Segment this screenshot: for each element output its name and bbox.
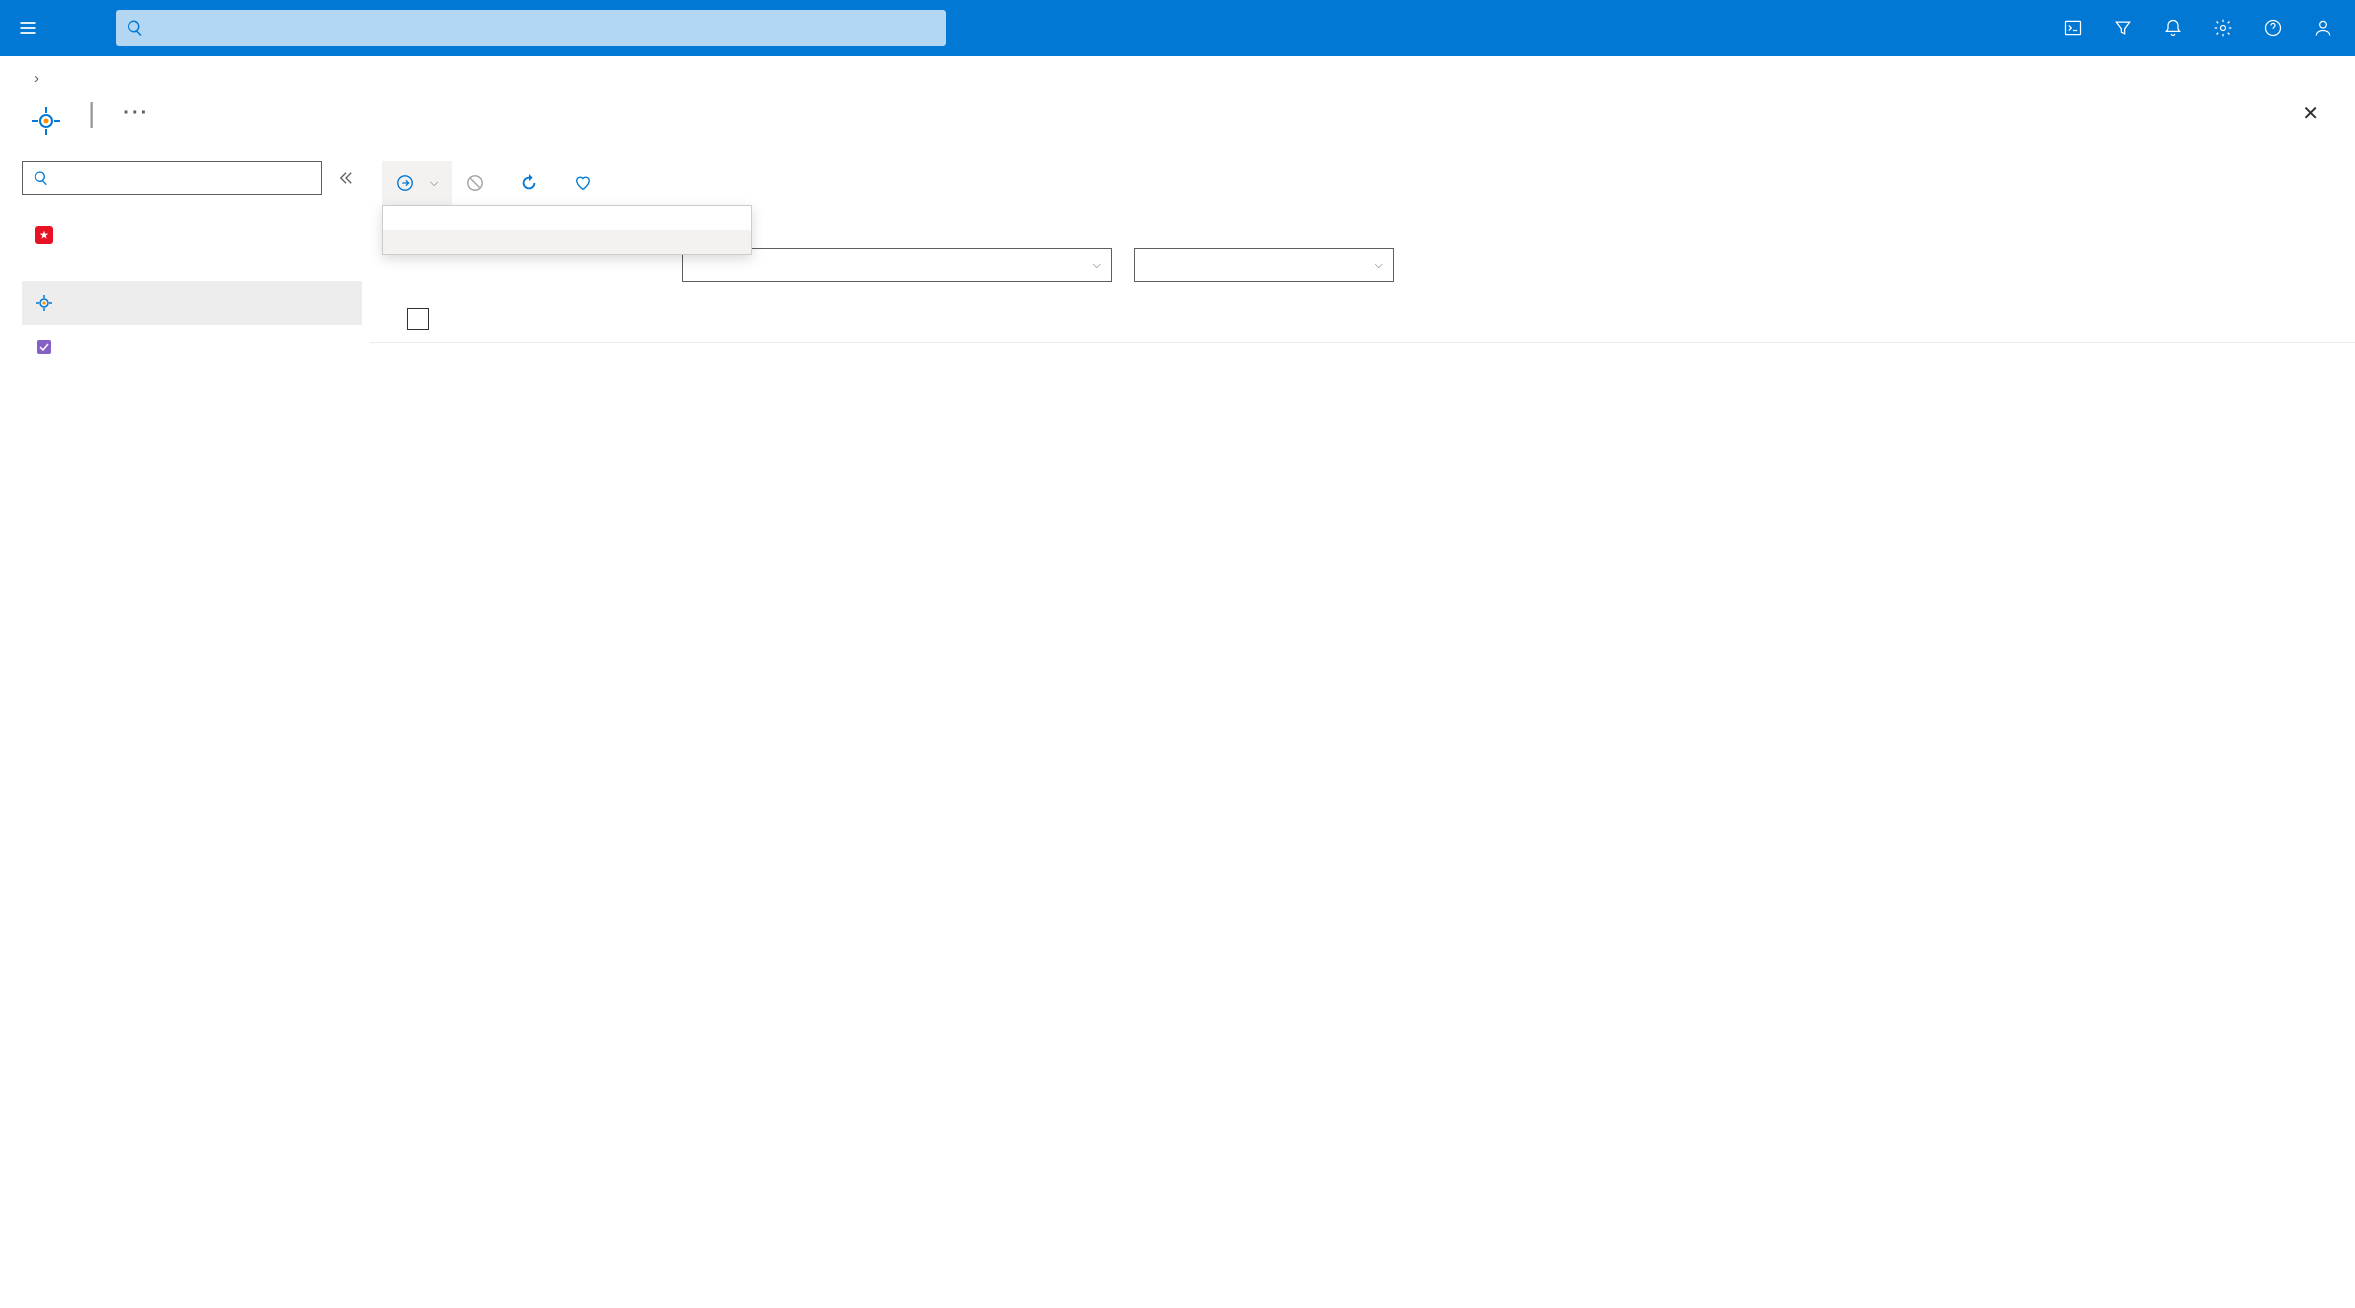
nav-experiments[interactable]: [22, 325, 362, 369]
filter-icon[interactable]: [2099, 4, 2147, 52]
refresh-button[interactable]: [506, 161, 560, 205]
filter-row: ⌵ ⌵ ⌵: [370, 248, 2355, 300]
disable-icon: [466, 174, 484, 192]
dropdown-agent-based[interactable]: [383, 230, 751, 254]
nav-section-experiment: [22, 257, 370, 281]
refresh-icon: [520, 174, 538, 192]
search-icon: [126, 19, 144, 37]
sidebar-search-input[interactable]: [57, 170, 311, 187]
settings-icon[interactable]: [2199, 4, 2247, 52]
header-name[interactable]: [448, 308, 684, 330]
enable-targets-button[interactable]: ⌵: [382, 161, 452, 205]
header-subscription[interactable]: [684, 308, 888, 330]
header-service-direct[interactable]: [1090, 308, 1258, 330]
chevron-double-left-icon: [339, 171, 353, 185]
heart-icon: [574, 174, 592, 192]
hamburger-menu[interactable]: [4, 4, 52, 52]
chevron-down-icon: ⌵: [1093, 259, 1101, 272]
dropdown-service-direct[interactable]: [383, 206, 751, 230]
enable-icon: [396, 174, 414, 192]
global-search-input[interactable]: [154, 20, 936, 37]
overview-icon: [34, 225, 54, 245]
chevron-down-icon: ⌵: [1375, 259, 1383, 272]
close-button[interactable]: ✕: [2294, 97, 2327, 130]
account-icon[interactable]: [2299, 4, 2347, 52]
header-agent-based[interactable]: [1258, 308, 1418, 330]
main-content: ⌵ ⌵: [370, 151, 2355, 1299]
sidebar: [0, 151, 370, 1299]
page-title: | ···: [78, 97, 149, 129]
help-icon[interactable]: [2249, 4, 2297, 52]
experiments-icon: [34, 337, 54, 357]
notifications-icon[interactable]: [2149, 4, 2197, 52]
collapse-sidebar-button[interactable]: [330, 162, 362, 194]
top-bar: [0, 0, 2355, 56]
disable-targets-button[interactable]: [452, 161, 506, 205]
enable-targets-dropdown: [382, 205, 752, 255]
nav-targets[interactable]: [22, 281, 362, 325]
chevron-right-icon: ›: [34, 70, 39, 87]
feedback-button[interactable]: [560, 161, 614, 205]
search-icon: [33, 170, 49, 186]
sidebar-search[interactable]: [22, 161, 322, 195]
chevron-down-icon: ⌵: [430, 177, 438, 190]
filter-resource-group[interactable]: ⌵: [1134, 248, 1394, 282]
breadcrumb: ›: [0, 56, 2355, 91]
header-resource-group[interactable]: [888, 308, 1090, 330]
nav-overview[interactable]: [22, 213, 362, 257]
chaos-studio-icon: [28, 103, 64, 139]
cloud-shell-icon[interactable]: [2049, 4, 2097, 52]
targets-table: [370, 300, 2355, 343]
targets-icon: [34, 293, 54, 313]
table-header: [370, 300, 2355, 343]
page-header: | ··· ✕: [0, 91, 2355, 151]
toolbar: ⌵: [370, 161, 2355, 205]
more-actions-button[interactable]: ···: [123, 102, 149, 125]
select-all-checkbox[interactable]: [407, 308, 429, 330]
global-search[interactable]: [116, 10, 946, 46]
